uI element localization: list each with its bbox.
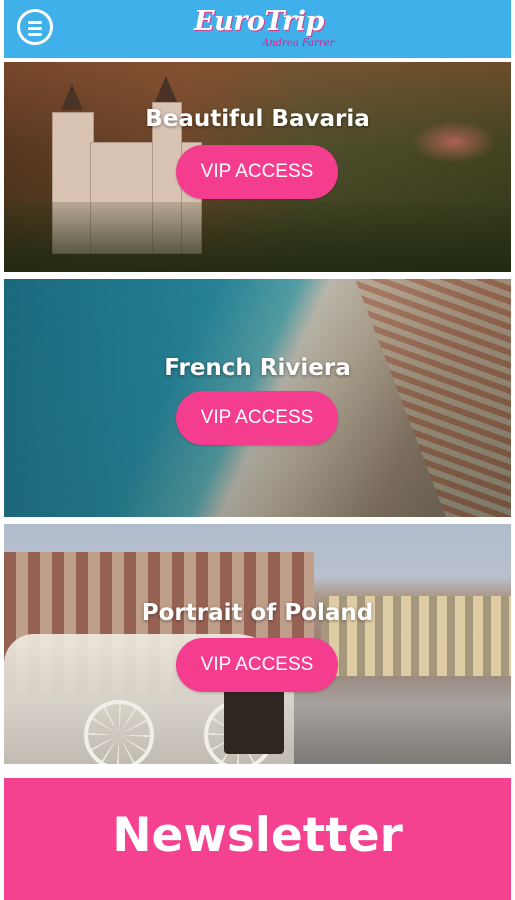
logo-text: EuroTrip [194, 6, 324, 37]
app-screen: EuroTrip Andrea Farrer Beautiful Bavaria… [0, 0, 515, 900]
carriage-wheel [84, 700, 154, 764]
newsletter-button[interactable]: Newsletter [4, 778, 511, 900]
vip-access-button[interactable]: VIP ACCESS [176, 145, 338, 199]
destination-title: French Riviera [164, 355, 351, 381]
menu-button[interactable] [17, 9, 53, 45]
hamburger-menu-icon-bar [28, 27, 42, 30]
destination-card-riviera[interactable]: French Riviera VIP ACCESS [4, 279, 511, 517]
destination-title: Portrait of Poland [141, 600, 374, 626]
hamburger-menu-icon-bar [28, 33, 42, 36]
destination-card-poland[interactable]: Portrait of Poland VIP ACCESS [4, 524, 511, 764]
destination-title: Beautiful Bavaria [145, 106, 370, 132]
vip-access-button[interactable]: VIP ACCESS [176, 391, 338, 445]
logo-subtext: Andrea Farrer [262, 38, 335, 49]
newsletter-label: Newsletter [112, 808, 403, 863]
destination-card-bavaria[interactable]: Beautiful Bavaria VIP ACCESS [4, 62, 511, 272]
app-header: EuroTrip Andrea Farrer [4, 0, 511, 58]
vip-access-button[interactable]: VIP ACCESS [176, 638, 338, 692]
forest-foreground [4, 202, 511, 272]
hamburger-menu-icon [28, 21, 42, 24]
eurotrip-logo[interactable]: EuroTrip Andrea Farrer [174, 2, 344, 54]
